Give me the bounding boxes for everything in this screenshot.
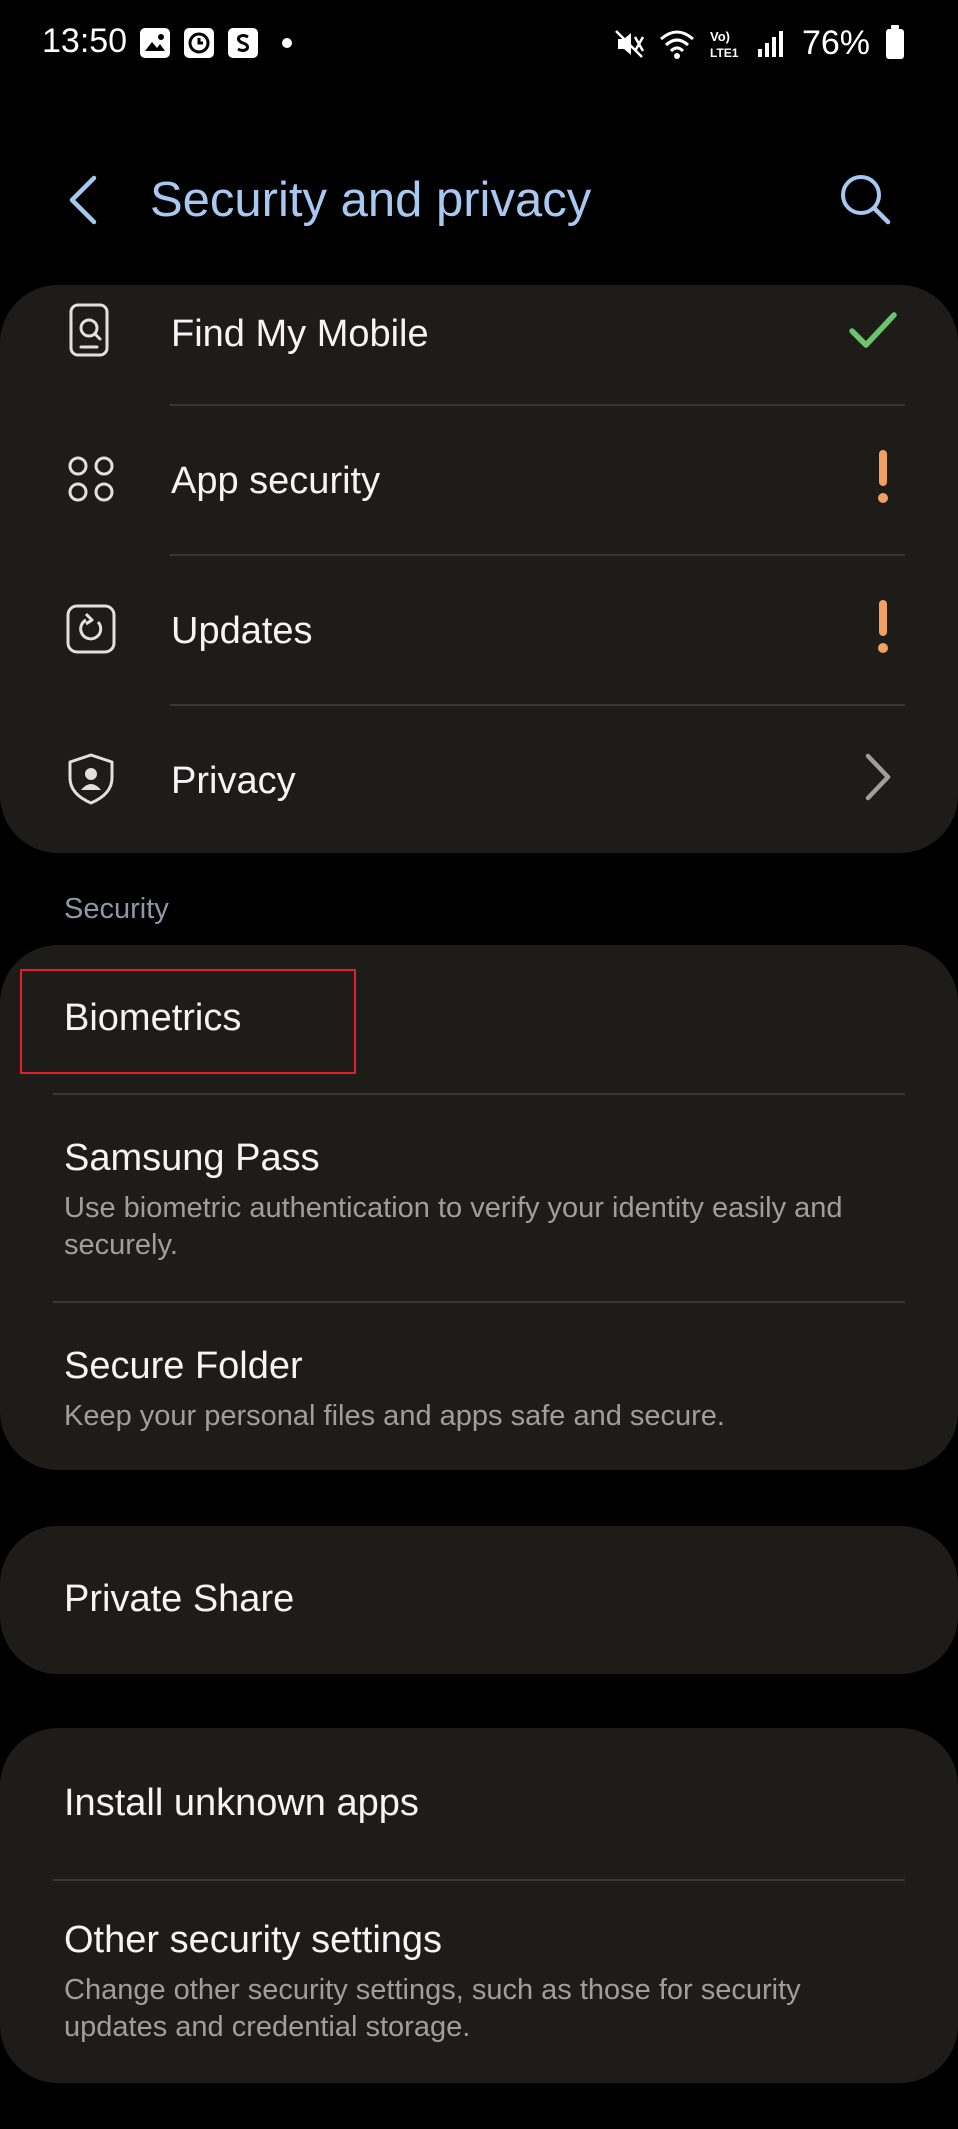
privacy-shield-icon	[68, 753, 114, 805]
samsung-pass-label: Samsung Pass	[64, 1137, 320, 1179]
search-button[interactable]	[834, 168, 898, 232]
warning-icon	[878, 600, 888, 653]
signal-icon	[757, 30, 783, 57]
find-my-mobile-label: Find My Mobile	[171, 313, 429, 355]
secure-folder-item[interactable]: Secure Folder Keep your personal files a…	[0, 1303, 958, 1470]
back-arrow-icon	[69, 175, 97, 225]
app-header: Security and privacy	[0, 150, 958, 250]
app-security-icon	[68, 456, 114, 502]
gallery-icon	[140, 28, 170, 58]
more-settings-card: Install unknown apps Other security sett…	[0, 1728, 958, 2083]
volte-icon: Vo) LTE1	[710, 29, 739, 60]
battery-icon	[886, 24, 904, 59]
status-bar: 13:50 Vo) LTE1 76%	[0, 0, 958, 88]
wifi-icon	[659, 30, 694, 59]
highlight-box	[20, 969, 356, 1074]
privacy-item[interactable]: Privacy	[0, 706, 958, 853]
privacy-label: Privacy	[171, 760, 296, 802]
chevron-right-icon	[865, 753, 891, 801]
updates-label: Updates	[171, 610, 313, 652]
back-button[interactable]	[58, 170, 118, 230]
search-icon	[841, 175, 891, 225]
app-security-item[interactable]: App security	[0, 406, 958, 554]
warning-icon	[878, 450, 888, 503]
top-settings-card: Find My Mobile App security Updates Priv…	[0, 285, 958, 853]
s-app-icon	[228, 28, 258, 58]
app-security-label: App security	[171, 460, 381, 502]
security-section-label: Security	[64, 893, 169, 925]
svg-text:Vo): Vo)	[710, 29, 730, 44]
updates-item[interactable]: Updates	[0, 556, 958, 704]
install-unknown-apps-item[interactable]: Install unknown apps	[0, 1728, 958, 1879]
samsung-pass-item[interactable]: Samsung Pass Use biometric authenticatio…	[0, 1095, 958, 1300]
private-share-card: Private Share	[0, 1526, 958, 1674]
battery-percent: 76%	[801, 24, 870, 62]
clock-icon	[184, 28, 214, 58]
notification-dot	[282, 38, 292, 48]
mute-icon	[615, 29, 645, 58]
secure-folder-label: Secure Folder	[64, 1345, 303, 1387]
install-unknown-apps-label: Install unknown apps	[64, 1782, 419, 1824]
samsung-pass-description: Use biometric authentication to verify y…	[64, 1192, 843, 1261]
check-icon	[849, 312, 897, 348]
page-title: Security and privacy	[150, 173, 592, 227]
updates-icon	[66, 604, 116, 654]
other-security-settings-label: Other security settings	[64, 1919, 443, 1961]
svg-text:LTE1: LTE1	[710, 46, 739, 60]
find-my-mobile-item[interactable]: Find My Mobile	[0, 285, 958, 405]
private-share-item[interactable]: Private Share	[0, 1526, 958, 1674]
secure-folder-description: Keep your personal files and apps safe a…	[64, 1400, 725, 1432]
other-security-settings-item[interactable]: Other security settings Change other sec…	[0, 1881, 958, 2083]
private-share-label: Private Share	[64, 1578, 295, 1620]
status-time: 13:50	[42, 22, 128, 60]
find-my-mobile-icon	[69, 303, 109, 357]
other-security-settings-description: Change other security settings, such as …	[64, 1974, 801, 2043]
